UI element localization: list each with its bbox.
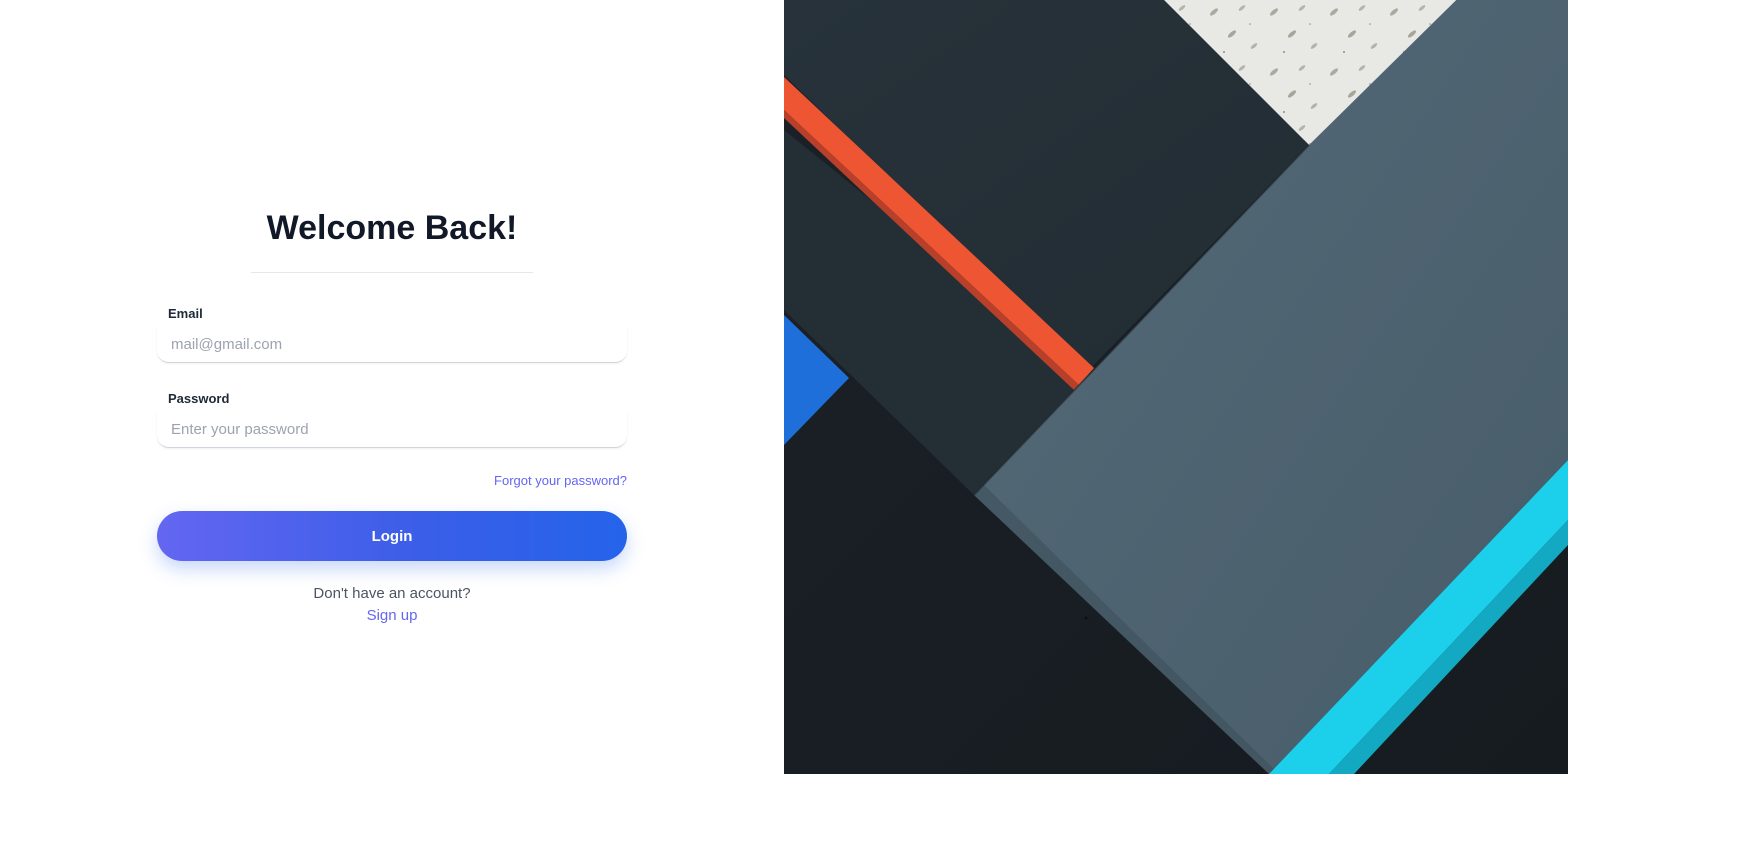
password-field-group: Password bbox=[157, 391, 627, 448]
email-input[interactable] bbox=[157, 326, 627, 363]
signup-block: Don't have an account? Sign up bbox=[157, 584, 627, 627]
login-form: Welcome Back! Email Password Forgot your… bbox=[157, 204, 627, 627]
material-wallpaper-image bbox=[784, 0, 1568, 774]
signup-prompt: Don't have an account? bbox=[313, 585, 471, 602]
forgot-password-row: Forgot your password? bbox=[157, 472, 627, 488]
decorative-wallpaper bbox=[784, 0, 1568, 774]
bottom-strip bbox=[784, 774, 1760, 868]
signup-link[interactable]: Sign up bbox=[367, 605, 418, 627]
password-input[interactable] bbox=[157, 411, 627, 448]
forgot-password-link[interactable]: Forgot your password? bbox=[494, 473, 627, 488]
password-label: Password bbox=[168, 391, 230, 406]
page-title: Welcome Back! bbox=[266, 209, 518, 247]
title-divider bbox=[251, 272, 533, 273]
login-button[interactable]: Login bbox=[157, 511, 627, 561]
email-label: Email bbox=[168, 306, 203, 321]
right-gutter bbox=[1568, 0, 1760, 774]
login-panel: Welcome Back! Email Password Forgot your… bbox=[0, 0, 784, 868]
email-field-group: Email bbox=[157, 306, 627, 363]
